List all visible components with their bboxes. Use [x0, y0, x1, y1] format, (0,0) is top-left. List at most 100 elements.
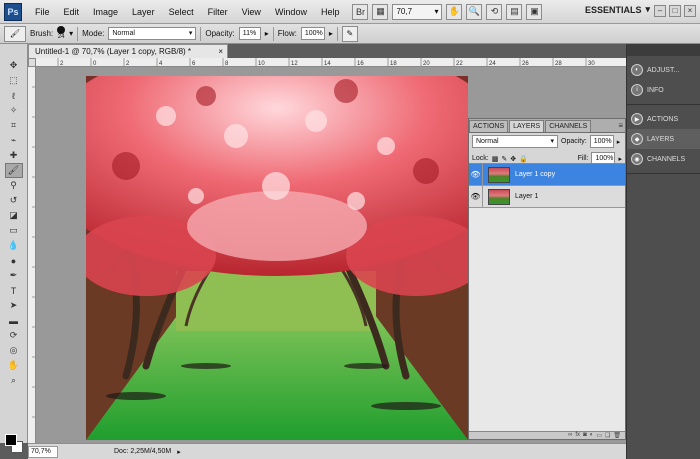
- blend-mode-select[interactable]: Normal ▾: [472, 135, 558, 148]
- visibility-eye-icon[interactable]: 👁: [469, 163, 483, 186]
- menu-edit[interactable]: Edit: [57, 0, 87, 24]
- airbrush-icon[interactable]: ✎: [341, 25, 358, 42]
- document-size-info[interactable]: Doc: 2,25M/4,50M: [64, 448, 171, 455]
- view-extras-icon[interactable]: ▦: [372, 3, 389, 20]
- brush-size: 24: [57, 33, 65, 40]
- menu-file[interactable]: File: [28, 0, 57, 24]
- zoom-tool-icon[interactable]: ⌕: [5, 373, 23, 388]
- quick-select-tool-icon[interactable]: ✧: [5, 103, 23, 118]
- rotate-view-icon[interactable]: ⟲: [486, 3, 503, 20]
- bridge-icon[interactable]: Br: [352, 3, 369, 20]
- chevron-right-icon[interactable]: ▸: [618, 155, 622, 163]
- zoom-level-select[interactable]: 70,7 ▾: [392, 3, 443, 20]
- move-tool-icon[interactable]: ✥: [5, 58, 23, 73]
- flow-field[interactable]: 100%: [300, 27, 325, 40]
- history-brush-tool-icon[interactable]: ↺: [5, 193, 23, 208]
- ruler-origin[interactable]: [28, 58, 36, 67]
- minimize-button[interactable]: –: [654, 5, 666, 17]
- hand-tool-icon[interactable]: ✋: [446, 3, 463, 20]
- arrange-documents-icon[interactable]: ▤: [506, 3, 523, 20]
- lock-pixels-icon[interactable]: ✎: [501, 155, 507, 163]
- gradient-tool-icon[interactable]: ▭: [5, 223, 23, 238]
- document-title: Untitled-1 @ 70,7% (Layer 1 copy, RGB/8)…: [35, 47, 192, 56]
- lock-transparency-icon[interactable]: ▩: [492, 155, 499, 163]
- layer-row[interactable]: 👁 Layer 1 copy: [469, 163, 625, 186]
- close-icon[interactable]: ×: [218, 45, 223, 58]
- adjustment-layer-icon[interactable]: ◐: [590, 432, 594, 439]
- 3d-orbit-tool-icon[interactable]: ◎: [5, 343, 23, 358]
- dock-item-actions[interactable]: ▶ ACTIONS: [627, 109, 700, 129]
- shape-tool-icon[interactable]: ▬: [5, 313, 23, 328]
- zoom-tool-icon[interactable]: 🔍: [466, 3, 483, 20]
- mode-value: Normal: [112, 30, 135, 37]
- vertical-ruler[interactable]: [28, 67, 36, 443]
- type-tool-icon[interactable]: T: [5, 283, 23, 298]
- tab-actions[interactable]: ACTIONS: [469, 120, 509, 132]
- status-zoom-field[interactable]: 70,7%: [28, 445, 58, 458]
- chevron-right-icon[interactable]: ▸: [617, 138, 621, 146]
- pen-tool-icon[interactable]: ✒: [5, 268, 23, 283]
- close-button[interactable]: ×: [684, 5, 696, 17]
- mode-select[interactable]: Normal ▾: [108, 27, 197, 40]
- workspace-label: ESSENTIALS: [584, 4, 642, 15]
- brush-tool-preset-icon[interactable]: 🖌: [4, 25, 26, 42]
- brush-picker[interactable]: 24: [57, 25, 66, 40]
- dock-item-channels[interactable]: ◉ CHANNELS: [627, 149, 700, 169]
- lock-all-icon[interactable]: 🔒: [519, 155, 528, 163]
- layer-thumbnail: [488, 166, 510, 183]
- menu-image[interactable]: Image: [86, 0, 125, 24]
- link-layers-icon[interactable]: ∞: [568, 432, 572, 439]
- menu-window[interactable]: Window: [268, 0, 314, 24]
- blur-tool-icon[interactable]: 💧: [5, 238, 23, 253]
- marquee-tool-icon[interactable]: ⬚: [5, 73, 23, 88]
- menu-help[interactable]: Help: [314, 0, 347, 24]
- workspace-switcher[interactable]: ESSENTIALS ▾: [585, 4, 650, 15]
- image-canvas[interactable]: [86, 76, 468, 440]
- dock-item-layers[interactable]: ◆ LAYERS: [627, 129, 700, 149]
- document-tab[interactable]: Untitled-1 @ 70,7% (Layer 1 copy, RGB/8)…: [28, 44, 228, 58]
- menu-layer[interactable]: Layer: [125, 0, 162, 24]
- clone-stamp-tool-icon[interactable]: ⚲: [5, 178, 23, 193]
- menu-filter[interactable]: Filter: [201, 0, 235, 24]
- eraser-tool-icon[interactable]: ◪: [5, 208, 23, 223]
- vertical-ruler-ticks: [32, 86, 35, 418]
- layer-opacity-field[interactable]: 100%: [589, 135, 614, 148]
- opacity-field[interactable]: 11%: [238, 27, 261, 40]
- new-layer-icon[interactable]: ❏: [605, 432, 610, 439]
- photoshop-window: Ps File Edit Image Layer Select Filter V…: [0, 0, 700, 459]
- lock-position-icon[interactable]: ✥: [510, 155, 516, 163]
- add-mask-icon[interactable]: ◙: [583, 432, 587, 439]
- dock-item-adjustments[interactable]: ◐ ADJUST...: [627, 60, 700, 80]
- screen-mode-icon[interactable]: ▣: [526, 3, 543, 20]
- status-bar: 70,7% Doc: 2,25M/4,50M ▸: [28, 443, 626, 459]
- maximize-button[interactable]: □: [669, 5, 681, 17]
- panel-menu-icon[interactable]: ≡: [618, 121, 623, 130]
- 3d-rotate-tool-icon[interactable]: ⟳: [5, 328, 23, 343]
- path-selection-tool-icon[interactable]: ➤: [5, 298, 23, 313]
- hand-tool-icon[interactable]: ✋: [5, 358, 23, 373]
- dock-item-info[interactable]: i INFO: [627, 80, 700, 100]
- brush-tool-icon[interactable]: 🖌: [4, 163, 23, 178]
- zoom-level-value: 70,7: [396, 7, 413, 16]
- delete-layer-icon[interactable]: 🗑: [613, 432, 621, 439]
- visibility-eye-icon[interactable]: 👁: [469, 185, 483, 208]
- dodge-tool-icon[interactable]: ●: [5, 253, 23, 268]
- crop-tool-icon[interactable]: ⌗: [5, 118, 23, 133]
- healing-brush-tool-icon[interactable]: ✚: [5, 148, 23, 163]
- layer-style-icon[interactable]: fx: [575, 432, 580, 439]
- dock-header[interactable]: [627, 44, 700, 56]
- blossom-tree-photo: [86, 76, 468, 440]
- chevron-right-icon[interactable]: ▸: [177, 448, 181, 456]
- menu-select[interactable]: Select: [162, 0, 201, 24]
- eyedropper-tool-icon[interactable]: ⌁: [5, 133, 23, 148]
- tab-layers[interactable]: LAYERS: [509, 120, 545, 132]
- menu-view[interactable]: View: [235, 0, 268, 24]
- chevron-down-icon[interactable]: ▸: [265, 29, 269, 38]
- lasso-tool-icon[interactable]: ℓ: [5, 88, 23, 103]
- tab-channels[interactable]: CHANNELS: [545, 120, 592, 132]
- new-group-icon[interactable]: ▭: [596, 432, 602, 439]
- horizontal-ruler[interactable]: 2 0 2 4 6 8 10 12 14 16 18 20 22 24 26 28 30: [36, 58, 626, 67]
- layer-row[interactable]: 👁 Layer 1: [469, 185, 625, 208]
- chevron-down-icon[interactable]: ▸: [329, 29, 333, 38]
- foreground-color-swatch[interactable]: [5, 434, 17, 446]
